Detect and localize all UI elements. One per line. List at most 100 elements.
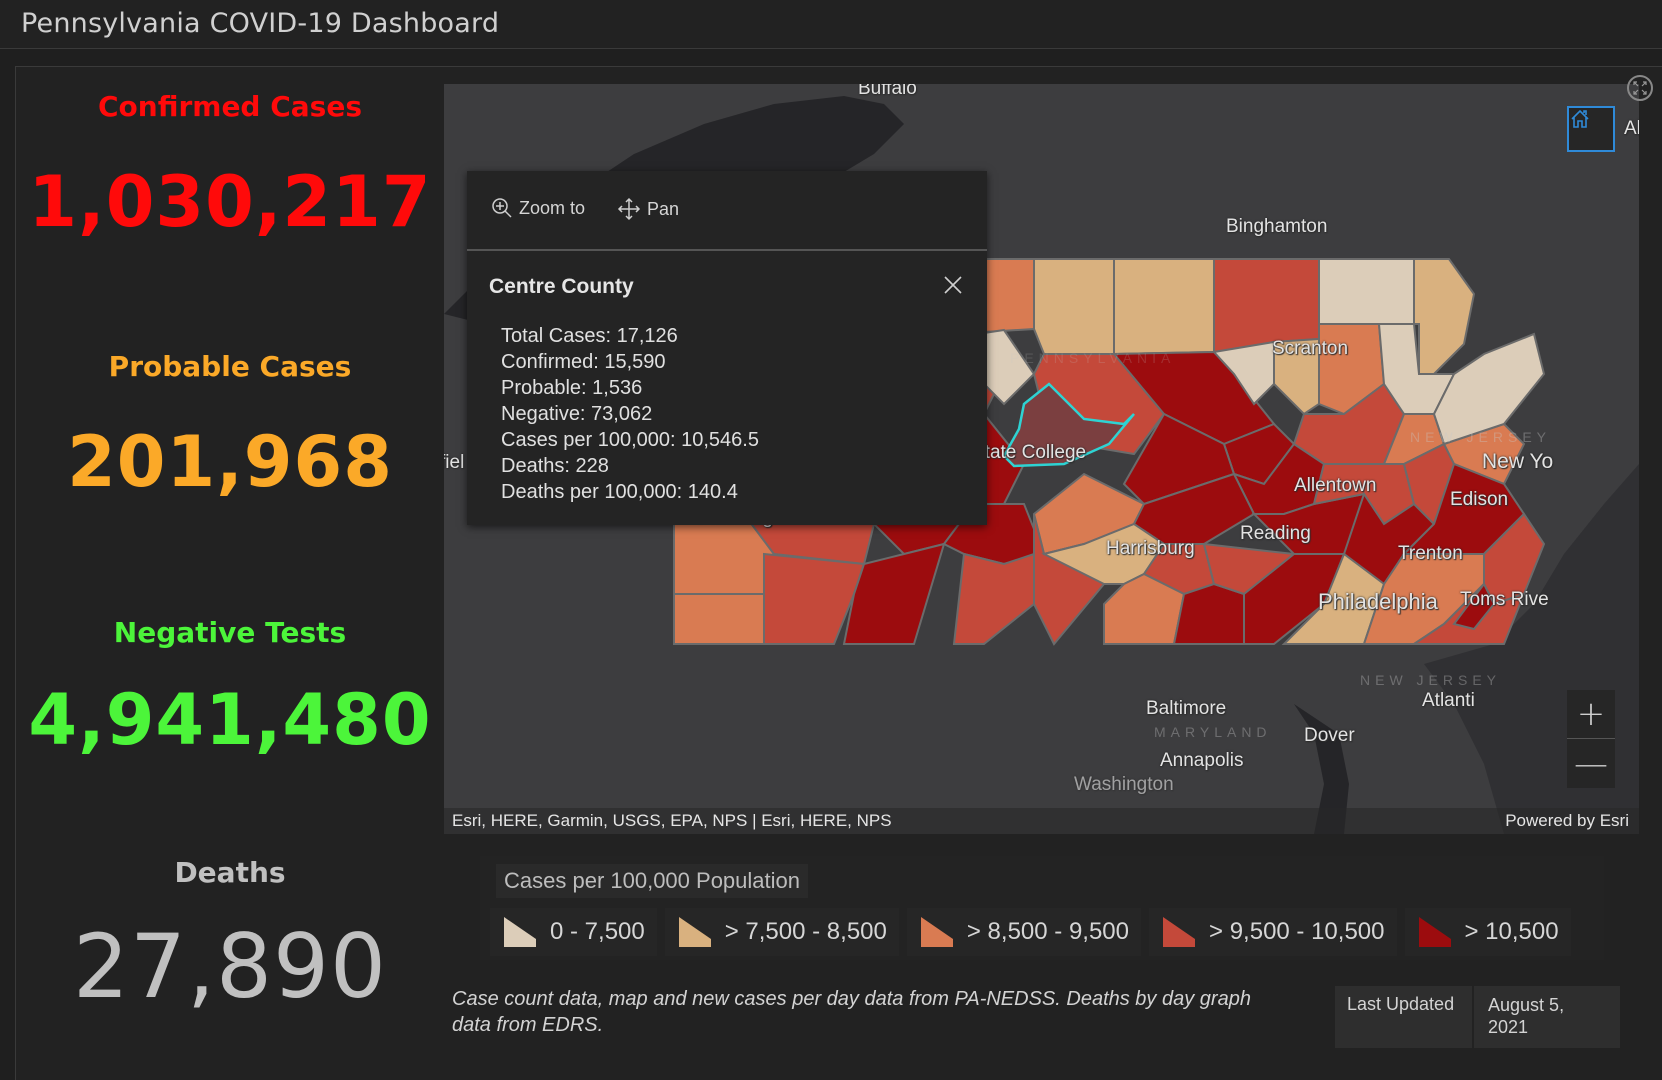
confirmed-cases-value: 1,030,217 (28, 161, 432, 243)
legend-label: 0 - 7,500 (550, 918, 645, 945)
probable-cases-indicator: Probable Cases 201,968 (20, 350, 440, 503)
powered-by-esri[interactable]: Powered by Esri (1505, 811, 1629, 831)
legend-swatch (920, 917, 953, 947)
last-updated-value: August 5, 2021 (1488, 995, 1565, 1037)
county (1113, 258, 1215, 356)
map-attribution-bar: Esri, HERE, Garmin, USGS, EPA, NPS | Esr… (444, 808, 1639, 834)
legend-label: > 8,500 - 9,500 (966, 918, 1130, 945)
popup-confirmed: Confirmed: 15,590 (501, 351, 666, 373)
region-label-maryland: MARYLAND (1154, 724, 1272, 740)
city-label-dover: Dover (1304, 725, 1355, 746)
map-home-button[interactable] (1567, 106, 1615, 152)
legend-item: > 7,500 - 8,500 (664, 908, 899, 956)
legend-items: 0 - 7,500 > 7,500 - 8,500 > 8,500 - 9,50… (490, 908, 1571, 956)
legend-label: > 10,500 (1464, 918, 1559, 945)
popup-cases-per-100k: Cases per 100,000: 10,546.5 (501, 429, 759, 451)
zoom-in-button[interactable]: + (1567, 690, 1615, 739)
popup-title: Centre County (489, 275, 634, 298)
map-zoom-controls: + — (1567, 690, 1615, 788)
dashboard-title: Pennsylvania COVID-19 Dashboard (21, 8, 500, 39)
legend-swatch-icon (678, 917, 711, 947)
region-label-new-jersey: NEW JERSEY (1410, 429, 1552, 445)
dashboard-header: Pennsylvania COVID-19 Dashboard (0, 0, 1662, 49)
legend-swatch-icon (1418, 917, 1451, 947)
deaths-indicator: Deaths 27,890 (20, 856, 440, 1018)
legend-label: > 7,500 - 8,500 (724, 918, 887, 945)
city-label-reading: Reading (1240, 523, 1311, 544)
county (1318, 258, 1415, 325)
region-label-new-jersey-south: NEW JERSEY (1360, 672, 1502, 688)
city-label-partial-west: fiel (444, 452, 465, 473)
city-label-albany: Al (1624, 118, 1639, 139)
popup-negative: Negative: 73,062 (501, 403, 653, 425)
popup-deaths: Deaths: 228 (501, 455, 609, 477)
county (673, 593, 765, 645)
city-label-allentown: Allentown (1294, 475, 1377, 496)
probable-cases-value: 201,968 (67, 421, 393, 503)
pan-button[interactable]: Pan (617, 197, 679, 221)
last-updated-label: Last Updated (1335, 986, 1475, 1048)
legend-item: > 8,500 - 9,500 (906, 908, 1142, 956)
city-label-baltimore: Baltimore (1146, 698, 1227, 719)
city-label-atlantic-city: Atlanti (1422, 690, 1475, 711)
city-label-scranton: Scranton (1272, 338, 1349, 359)
popup-details: Total Cases: 17,126 Confirmed: 15,590 Pr… (501, 323, 759, 505)
map-attribution[interactable]: Esri, HERE, Garmin, USGS, EPA, NPS | Esr… (452, 811, 892, 831)
home-icon (1571, 109, 1589, 128)
city-label-state-college: State College (972, 442, 1087, 463)
county (1033, 258, 1115, 355)
legend-item: > 10,500 (1404, 908, 1571, 956)
negative-tests-value: 4,941,480 (28, 679, 432, 761)
pan-icon (617, 197, 641, 221)
city-label-trenton: Trenton (1398, 543, 1463, 564)
legend-item: > 9,500 - 10,500 (1149, 908, 1397, 956)
expand-icon (1633, 81, 1647, 95)
map-legend: Cases per 100,000 Population 0 - 7,500 >… (480, 856, 1604, 960)
city-label-binghamton: Binghamton (1226, 216, 1328, 237)
deaths-value: 27,890 (73, 915, 387, 1018)
zoom-to-button[interactable]: Zoom to (491, 197, 585, 219)
legend-swatch-icon (1163, 917, 1196, 947)
popup-deaths-per-100k: Deaths per 100,000: 140.4 (501, 481, 738, 503)
legend-label: > 9,500 - 10,500 (1209, 918, 1385, 945)
city-label-buffalo: Buffalo (858, 84, 917, 99)
city-label-annapolis: Annapolis (1160, 750, 1244, 771)
city-label-new-york: New Yo (1482, 450, 1554, 473)
pan-label: Pan (647, 198, 680, 219)
legend-swatch (504, 917, 536, 947)
deaths-label: Deaths (174, 856, 286, 889)
data-source-note: Case count data, map and new cases per d… (452, 988, 1251, 1036)
popup-close-button[interactable] (941, 273, 965, 297)
zoom-to-label: Zoom to (519, 197, 586, 218)
county (1413, 258, 1476, 375)
zoom-out-button[interactable]: — (1567, 739, 1615, 788)
city-label-philadelphia: Philadelphia (1318, 589, 1438, 614)
legend-swatch-icon (504, 917, 536, 947)
legend-swatch (1163, 917, 1196, 947)
zoom-in-icon (492, 198, 512, 218)
legend-swatch-icon (920, 917, 953, 947)
county-popup: Zoom to Pan Centre County Total Cases: 1… (467, 171, 987, 525)
county (952, 552, 1035, 645)
popup-actions: Zoom to Pan (467, 171, 987, 251)
legend-title: Cases per 100,000 Population (496, 864, 808, 898)
probable-cases-label: Probable Cases (108, 350, 352, 383)
city-label-washington: Washington (1074, 774, 1174, 795)
city-label-toms-river: Toms Rive (1460, 589, 1549, 610)
city-label-edison: Edison (1450, 489, 1509, 510)
legend-item: 0 - 7,500 (490, 908, 657, 956)
close-icon (944, 276, 962, 294)
legend-swatch (1418, 917, 1451, 947)
negative-tests-label: Negative Tests (113, 616, 347, 649)
last-updated-table: Last Updated August 5, 2021 (1335, 986, 1620, 1048)
popup-total-cases: Total Cases: 17,126 (501, 325, 678, 347)
negative-tests-indicator: Negative Tests 4,941,480 (20, 616, 440, 761)
confirmed-cases-indicator: Confirmed Cases 1,030,217 (20, 90, 440, 243)
county (1172, 582, 1245, 645)
fullscreen-button[interactable] (1627, 75, 1653, 101)
region-label-pennsylvania: PENNSYLVANIA (1010, 350, 1176, 366)
city-label-harrisburg: Harrisburg (1106, 538, 1195, 559)
popup-probable: Probable: 1,536 (501, 377, 643, 399)
legend-swatch (678, 917, 711, 947)
confirmed-cases-label: Confirmed Cases (97, 90, 362, 123)
